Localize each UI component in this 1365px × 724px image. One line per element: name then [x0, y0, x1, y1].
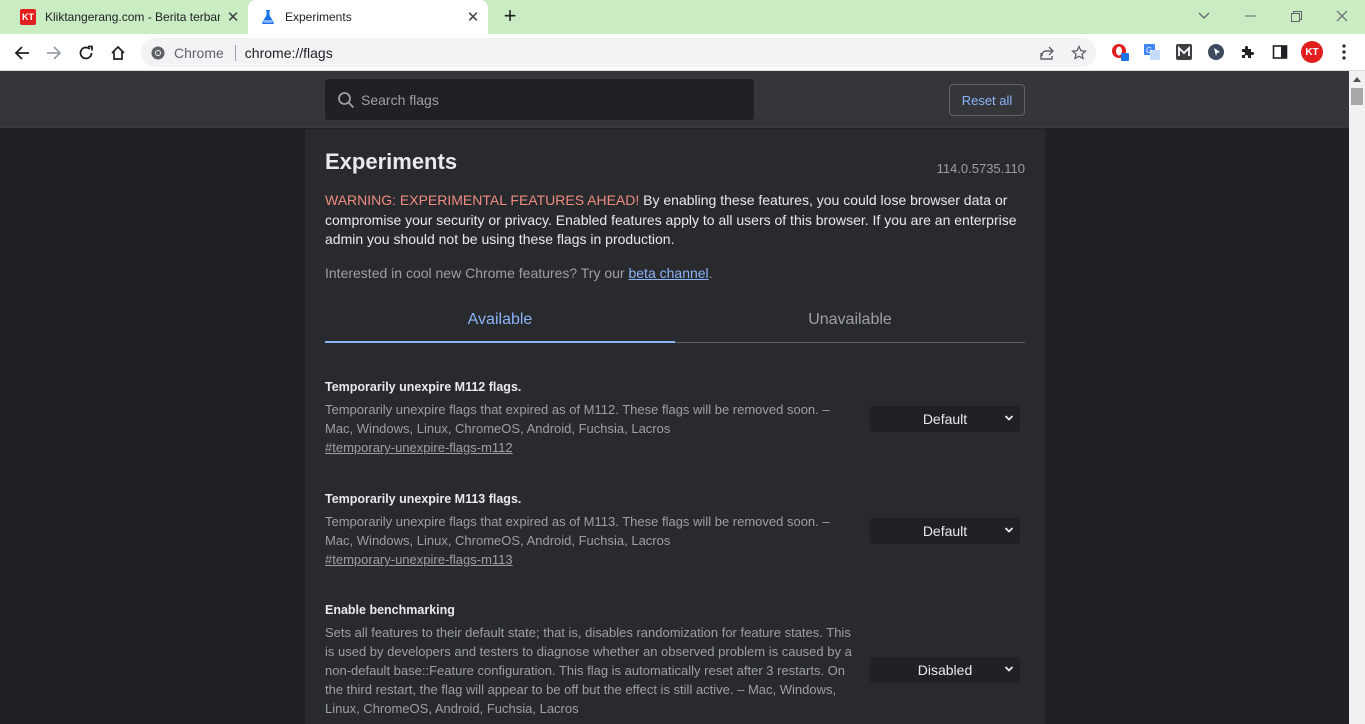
address-bar[interactable]: Chrome chrome://flags: [141, 38, 1096, 67]
translate-extension-icon[interactable]: G: [1143, 43, 1161, 61]
tab-experiments[interactable]: Experiments ✕: [248, 0, 488, 34]
new-tab-button[interactable]: +: [497, 4, 523, 30]
flag-description: Temporarily unexpire flags that expired …: [325, 514, 830, 548]
restore-button[interactable]: [1273, 3, 1319, 29]
scroll-thumb[interactable]: [1351, 88, 1363, 105]
reset-all-button[interactable]: Reset all: [949, 84, 1025, 116]
url-text[interactable]: chrome://flags: [245, 45, 1096, 61]
minimize-icon: [1244, 15, 1256, 17]
opera-extension-icon[interactable]: [1111, 43, 1129, 61]
page-title: Experiments: [325, 149, 458, 174]
home-button[interactable]: [104, 39, 132, 67]
extensions-puzzle-icon[interactable]: [1239, 43, 1257, 61]
profile-initials: KT: [1301, 41, 1323, 63]
flask-icon: [262, 10, 274, 24]
close-window-button[interactable]: [1319, 3, 1365, 29]
search-input[interactable]: [361, 91, 721, 108]
tab-strip: KT Kliktangerang.com - Berita terbaru ✕ …: [0, 0, 1365, 34]
chevron-down-icon: [1004, 415, 1014, 421]
arrow-left-icon: [14, 46, 29, 60]
flag-state-select[interactable]: Default: [870, 518, 1020, 544]
svg-text:G: G: [1146, 46, 1152, 55]
flags-header: Reset all: [0, 71, 1349, 128]
forward-button[interactable]: [40, 39, 68, 67]
search-box[interactable]: [325, 79, 754, 120]
side-panel-icon[interactable]: [1271, 43, 1289, 61]
flag-item: Temporarily unexpire M113 flags. Tempora…: [325, 492, 1025, 569]
flag-name: Enable benchmarking: [325, 603, 455, 617]
beta-channel-note: Interested in cool new Chrome features? …: [325, 265, 713, 281]
flag-state-value: Disabled: [917, 662, 973, 678]
reload-icon: [79, 45, 93, 60]
reload-button[interactable]: [72, 39, 100, 67]
profile-avatar[interactable]: KT: [1301, 41, 1323, 63]
chevron-down-icon: [1004, 666, 1014, 672]
beta-note-prefix: Interested in cool new Chrome features? …: [325, 265, 629, 281]
flags-panel: Experiments 114.0.5735.110 WARNING: EXPE…: [305, 129, 1045, 724]
home-icon: [111, 45, 125, 60]
close-icon: [1336, 10, 1348, 22]
page-scrollbar[interactable]: [1349, 71, 1365, 724]
chevron-down-icon: [1004, 527, 1014, 533]
close-icon[interactable]: ✕: [220, 8, 246, 26]
scroll-up-button[interactable]: [1349, 71, 1365, 87]
flag-description: Temporarily unexpire flags that expired …: [325, 402, 830, 436]
restore-icon: [1290, 10, 1302, 22]
beta-channel-link[interactable]: beta channel: [628, 265, 708, 281]
warning-strong: WARNING: EXPERIMENTAL FEATURES AHEAD!: [325, 192, 640, 208]
flag-description: Sets all features to their default state…: [325, 625, 852, 716]
back-button[interactable]: [8, 39, 36, 67]
flag-name: Temporarily unexpire M113 flags.: [325, 492, 522, 506]
tab-title: Experiments: [285, 10, 352, 24]
flag-item: Temporarily unexpire M112 flags. Tempora…: [325, 380, 1025, 457]
flag-state-value: Default: [922, 523, 968, 539]
arrow-right-icon: [47, 46, 62, 60]
close-icon[interactable]: ✕: [460, 8, 486, 26]
star-icon[interactable]: [1071, 45, 1087, 61]
m-extension-icon[interactable]: [1175, 43, 1193, 61]
search-icon: [338, 91, 355, 108]
flag-state-select[interactable]: Default: [870, 406, 1020, 432]
omnibox-divider: [234, 44, 236, 61]
tab-kliktangerang[interactable]: KT Kliktangerang.com - Berita terbaru ✕: [8, 0, 248, 34]
share-icon[interactable]: [1039, 45, 1055, 61]
kebab-menu-icon: [1342, 44, 1346, 60]
triangle-up-icon: [1353, 76, 1361, 82]
beta-note-suffix: .: [708, 265, 713, 281]
tab-title: Kliktangerang.com - Berita terbaru: [45, 10, 220, 24]
tab-unavailable[interactable]: Unavailable: [675, 297, 1025, 342]
flag-state-select[interactable]: Disabled: [870, 657, 1020, 683]
tab-available[interactable]: Available: [325, 297, 675, 343]
flag-permalink[interactable]: #temporary-unexpire-flags-m112: [325, 440, 513, 455]
version-text: 114.0.5735.110: [936, 161, 1025, 176]
flag-name: Temporarily unexpire M112 flags.: [325, 380, 522, 394]
menu-button[interactable]: [1335, 43, 1353, 61]
kliktangerang-favicon-icon: KT: [20, 9, 36, 25]
cursor-extension-icon[interactable]: [1207, 43, 1225, 61]
warning-text: WARNING: EXPERIMENTAL FEATURES AHEAD! By…: [325, 191, 1025, 250]
site-chip-label: Chrome: [174, 44, 224, 61]
chevron-down-icon: [1198, 12, 1210, 19]
flag-item: Enable benchmarking Sets all features to…: [325, 603, 1025, 718]
site-info-chip[interactable]: Chrome: [141, 45, 224, 61]
browser-toolbar: Chrome chrome://flags G KT: [0, 34, 1365, 71]
tab-search-button[interactable]: [1181, 3, 1227, 29]
flags-tabs: Available Unavailable: [325, 297, 1025, 343]
flag-permalink[interactable]: #temporary-unexpire-flags-m113: [325, 552, 513, 567]
chrome-logo-icon: [151, 46, 165, 59]
flag-state-value: Default: [922, 411, 968, 427]
minimize-button[interactable]: [1227, 3, 1273, 29]
